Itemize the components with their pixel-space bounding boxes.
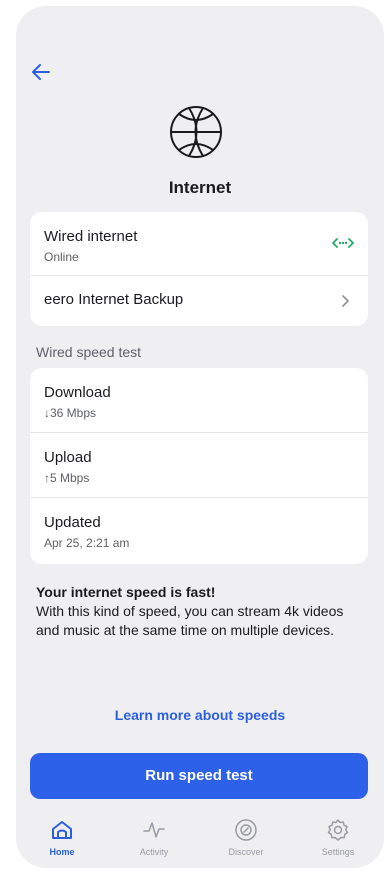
wired-internet-title: Wired internet — [44, 228, 138, 245]
internet-backup-row[interactable]: eero Internet Backup — [30, 276, 368, 326]
tab-bar: Home Activity Discover Settings — [16, 810, 384, 868]
tab-activity[interactable]: Activity — [108, 810, 200, 868]
download-title: Download — [44, 384, 111, 401]
updated-row: Updated Apr 25, 2:21 am — [30, 498, 368, 563]
run-speed-test-button[interactable]: Run speed test — [30, 753, 368, 799]
tab-settings[interactable]: Settings — [292, 810, 384, 868]
internet-backup-label: eero Internet Backup — [44, 291, 184, 308]
download-row: Download ↓36 Mbps — [30, 368, 368, 433]
chevron-right-icon — [342, 295, 349, 307]
tab-home-label: Home — [49, 847, 75, 857]
screen: Internet Wired internet Online eero Inte… — [16, 6, 384, 868]
upload-title: Upload — [44, 449, 92, 466]
wired-connection-icon — [332, 238, 354, 248]
globe-icon — [170, 106, 222, 158]
compass-icon — [235, 819, 257, 841]
download-value: ↓36 Mbps — [44, 406, 97, 420]
upload-row: Upload ↑5 Mbps — [30, 433, 368, 498]
back-arrow-icon[interactable] — [30, 61, 52, 83]
updated-title: Updated — [44, 514, 101, 531]
tab-discover-label: Discover — [228, 847, 264, 857]
speed-summary-body: With this kind of speed, you can stream … — [36, 603, 344, 638]
connection-card: Wired internet Online eero Internet Back… — [30, 212, 368, 326]
gear-icon — [327, 819, 349, 841]
wired-internet-row: Wired internet Online — [30, 212, 368, 276]
activity-icon — [143, 822, 165, 838]
page-title: Internet — [168, 178, 232, 197]
tab-discover[interactable]: Discover — [200, 810, 292, 868]
tab-home[interactable]: Home — [16, 810, 108, 868]
wired-internet-status: Online — [44, 250, 79, 264]
learn-more-link[interactable]: Learn more about speeds — [16, 707, 384, 723]
tab-settings-label: Settings — [321, 847, 355, 857]
upload-value: ↑5 Mbps — [44, 471, 90, 485]
updated-value: Apr 25, 2:21 am — [44, 536, 130, 550]
tab-activity-label: Activity — [139, 847, 169, 857]
speed-section-label: Wired speed test — [36, 344, 142, 360]
speed-summary-title: Your internet speed is fast! — [36, 584, 216, 600]
home-icon — [52, 821, 72, 839]
speed-test-card: Download ↓36 Mbps Upload ↑5 Mbps Updated… — [30, 368, 368, 564]
